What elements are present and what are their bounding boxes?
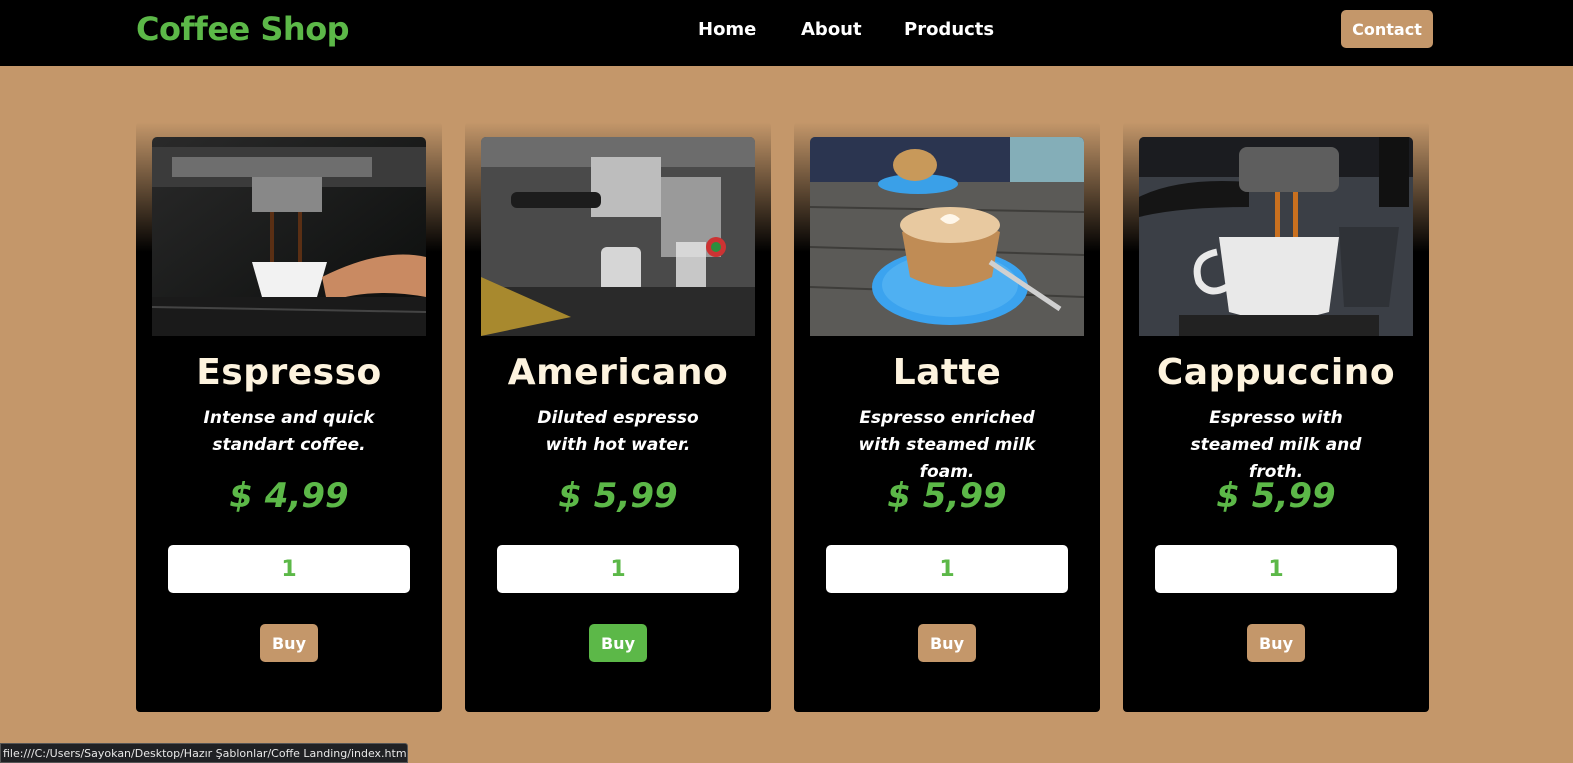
- espresso-image: [152, 137, 426, 336]
- product-price: $ 5,99: [558, 476, 678, 516]
- buy-button[interactable]: Buy: [1247, 624, 1305, 662]
- espresso-photo: [152, 137, 426, 336]
- buy-button[interactable]: Buy: [260, 624, 318, 662]
- quantity-input[interactable]: [826, 545, 1068, 593]
- quantity-input[interactable]: [1155, 545, 1397, 593]
- product-card-latte: Latte Espresso enriched with steamed mil…: [794, 122, 1100, 712]
- product-title: Cappuccino: [1156, 352, 1396, 393]
- latte-image: [810, 137, 1084, 336]
- nav-link-products[interactable]: Products: [904, 19, 994, 40]
- americano-image: [481, 137, 755, 336]
- product-card-americano: Americano Diluted espresso with hot wate…: [465, 122, 771, 712]
- buy-button[interactable]: Buy: [918, 624, 976, 662]
- product-description: Intense and quick standart coffee.: [203, 408, 375, 455]
- product-title: Espresso: [196, 352, 382, 393]
- navbar: Coffee Shop Home About Products Contact: [0, 0, 1573, 66]
- cappuccino-image: [1139, 137, 1413, 336]
- product-price: $ 5,99: [887, 476, 1007, 516]
- product-card-cappuccino: Cappuccino Espresso with steamed milk an…: [1123, 122, 1429, 712]
- buy-button[interactable]: Buy: [589, 624, 647, 662]
- product-card-espresso: Espresso Intense and quick standart coff…: [136, 122, 442, 712]
- product-title: Americano: [507, 352, 729, 393]
- product-price: $ 4,99: [229, 476, 349, 516]
- product-description: Espresso enriched with steamed milk foam…: [858, 408, 1036, 482]
- nav-link-home[interactable]: Home: [698, 19, 756, 40]
- latte-photo: [810, 137, 1084, 336]
- contact-button[interactable]: Contact: [1341, 10, 1433, 48]
- product-description: Diluted espresso with hot water.: [537, 408, 699, 455]
- browser-status-bar: file:///C:/Users/Sayokan/Desktop/Hazır Ş…: [0, 743, 408, 763]
- site-logo[interactable]: Coffee Shop: [136, 10, 350, 48]
- nav-link-about[interactable]: About: [801, 19, 862, 40]
- product-title: Latte: [892, 352, 1002, 393]
- quantity-input[interactable]: [497, 545, 739, 593]
- cappuccino-photo: [1139, 137, 1413, 336]
- quantity-input[interactable]: [168, 545, 410, 593]
- product-description: Espresso with steamed milk and froth.: [1190, 408, 1362, 482]
- product-price: $ 5,99: [1216, 476, 1336, 516]
- americano-photo: [481, 137, 755, 336]
